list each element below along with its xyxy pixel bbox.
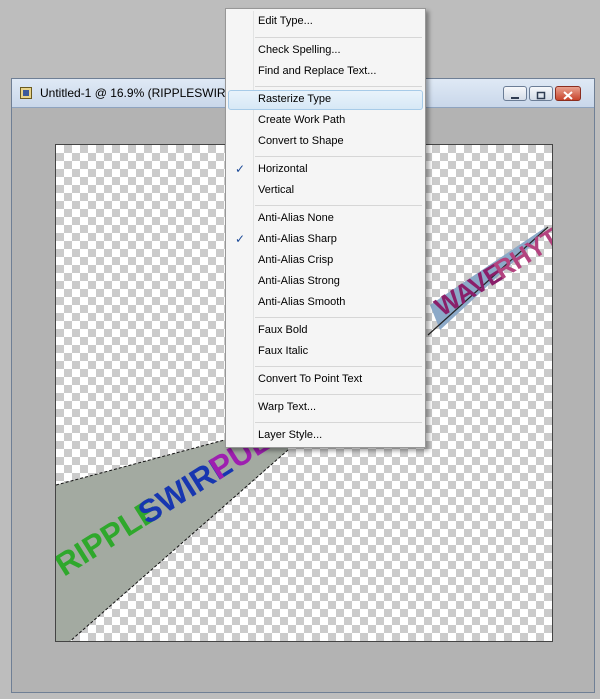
menu-item-label: Find and Replace Text... — [258, 65, 377, 77]
minimize-button[interactable] — [503, 86, 527, 101]
menu-item-label: Anti-Alias Sharp — [258, 233, 337, 245]
menu-item-label: Create Work Path — [258, 114, 346, 126]
menu-item-label: Check Spelling... — [258, 44, 341, 56]
menu-item-label: Anti-Alias Crisp — [258, 254, 334, 266]
close-icon — [563, 91, 573, 100]
restore-icon — [536, 91, 546, 100]
menu-item-convert-to-point-text[interactable]: Convert To Point Text — [228, 370, 423, 390]
menu-separator — [255, 422, 422, 423]
close-button[interactable] — [555, 86, 581, 101]
menu-item-anti-alias-none[interactable]: Anti-Alias None — [228, 209, 423, 229]
menu-item-faux-bold[interactable]: Faux Bold — [228, 321, 423, 341]
menu-separator — [255, 37, 422, 38]
menu-item-label: Vertical — [258, 184, 295, 196]
menu-separator — [255, 156, 422, 157]
text-upper: WAVE RHYTHM — [429, 201, 553, 322]
menu-separator — [255, 317, 422, 318]
menu-item-label: Faux Italic — [258, 345, 309, 357]
menu-item-anti-alias-strong[interactable]: Anti-Alias Strong — [228, 272, 423, 292]
menu-item-faux-italic[interactable]: Faux Italic — [228, 342, 423, 362]
menu-item-anti-alias-smooth[interactable]: Anti-Alias Smooth — [228, 293, 423, 313]
document-title: Untitled-1 @ 16.9% (RIPPLESWIRLPUL — [40, 86, 256, 100]
menu-item-edit-type[interactable]: Edit Type... — [228, 12, 423, 32]
menu-item-label: Layer Style... — [258, 429, 323, 441]
type-context-menu: Edit Type... Check Spelling... Find and … — [225, 8, 426, 448]
photoshop-document-icon — [20, 87, 32, 99]
menu-item-horizontal[interactable]: ✓ Horizontal — [228, 160, 423, 180]
menu-item-label: Convert to Shape — [258, 135, 344, 147]
menu-item-rasterize-type[interactable]: Rasterize Type — [228, 90, 423, 110]
menu-item-create-work-path[interactable]: Create Work Path — [228, 111, 423, 131]
text-upper-rhythm: RHYTHM — [489, 201, 553, 285]
menu-item-find-and-replace-text[interactable]: Find and Replace Text... — [228, 62, 423, 82]
checkmark-icon: ✓ — [235, 162, 246, 176]
menu-item-vertical[interactable]: Vertical — [228, 181, 423, 201]
menu-item-layer-style[interactable]: Layer Style... — [228, 426, 423, 446]
menu-item-check-spelling[interactable]: Check Spelling... — [228, 41, 423, 61]
menu-item-label: Edit Type... — [258, 15, 313, 27]
minimize-icon — [511, 97, 519, 99]
menu-item-label: Faux Bold — [258, 324, 308, 336]
menu-item-label: Anti-Alias Smooth — [258, 296, 346, 308]
menu-item-anti-alias-sharp[interactable]: ✓ Anti-Alias Sharp — [228, 230, 423, 250]
menu-item-convert-to-shape[interactable]: Convert to Shape — [228, 132, 423, 152]
menu-item-label: Rasterize Type — [258, 93, 332, 105]
menu-item-label: Warp Text... — [258, 401, 317, 413]
menu-item-label: Horizontal — [258, 163, 308, 175]
menu-item-warp-text[interactable]: Warp Text... — [228, 398, 423, 418]
menu-item-anti-alias-crisp[interactable]: Anti-Alias Crisp — [228, 251, 423, 271]
menu-item-label: Anti-Alias None — [258, 212, 334, 224]
restore-button[interactable] — [529, 86, 553, 101]
menu-item-label: Anti-Alias Strong — [258, 275, 340, 287]
menu-separator — [255, 366, 422, 367]
menu-separator — [255, 394, 422, 395]
checkmark-icon: ✓ — [235, 232, 246, 246]
menu-separator — [255, 86, 422, 87]
menu-separator — [255, 205, 422, 206]
menu-item-label: Convert To Point Text — [258, 373, 363, 385]
